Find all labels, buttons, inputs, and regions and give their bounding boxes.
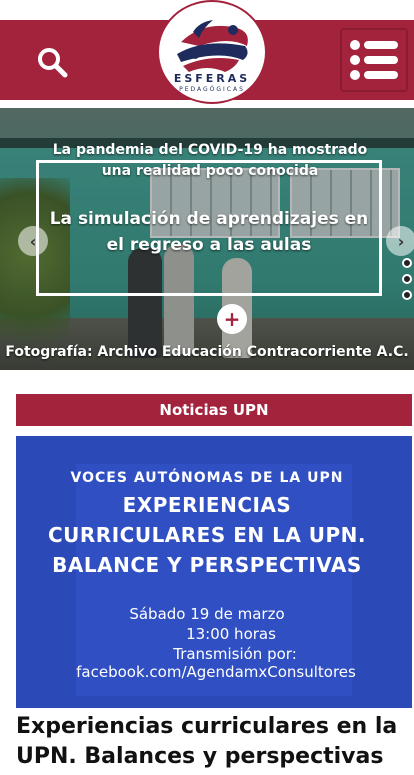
chevron-right-icon: › [397,231,405,251]
menu-button[interactable] [340,28,408,92]
card-time: 13:00 horas [186,625,276,643]
slider-prev-button[interactable]: ‹ [18,226,48,256]
slide-title[interactable]: La simulación de aprendizajes en el regr… [48,206,370,258]
slide-more-button[interactable]: + [217,304,247,334]
search-button[interactable] [30,40,74,84]
slider-dot[interactable] [402,274,412,284]
hamburger-menu-icon [350,40,398,80]
card-facebook-link: facebook.com/AgendamxConsultores [76,663,356,681]
logo-text: ESFERAS [173,72,251,85]
section-title-noticias[interactable]: Noticias UPN [16,394,412,426]
slider-dot[interactable] [402,290,412,300]
card-transmission-label: Transmisión por: [173,645,297,663]
search-icon [38,48,68,78]
slider-pagination [402,258,412,318]
card-kicker: VOCES AUTÓNOMAS DE LA UPN [70,470,344,486]
slider-next-button[interactable]: › [386,226,414,256]
logo-subtext: PEDAGÓGICAS [179,86,245,93]
site-header: ESFERAS PEDAGÓGICAS [0,0,414,104]
card-headline: EXPERIENCIAS CURRICULARES EN LA UPN. BAL… [47,493,366,577]
site-logo[interactable]: ESFERAS PEDAGÓGICAS [157,0,267,104]
card-date: Sábado 19 de marzo [129,605,285,623]
slider-dot[interactable] [402,258,412,268]
article-title-link[interactable]: Experiencias curriculares en la UPN. Bal… [16,712,412,772]
slide-kicker: La pandemia del COVID-19 ha mostrado una… [52,142,368,179]
slide-photo-caption: Fotografía: Archivo Educación Contracorr… [5,344,409,360]
chevron-left-icon: ‹ [29,231,37,251]
hero-slider[interactable]: La pandemia del COVID-19 ha mostrado una… [0,108,414,370]
